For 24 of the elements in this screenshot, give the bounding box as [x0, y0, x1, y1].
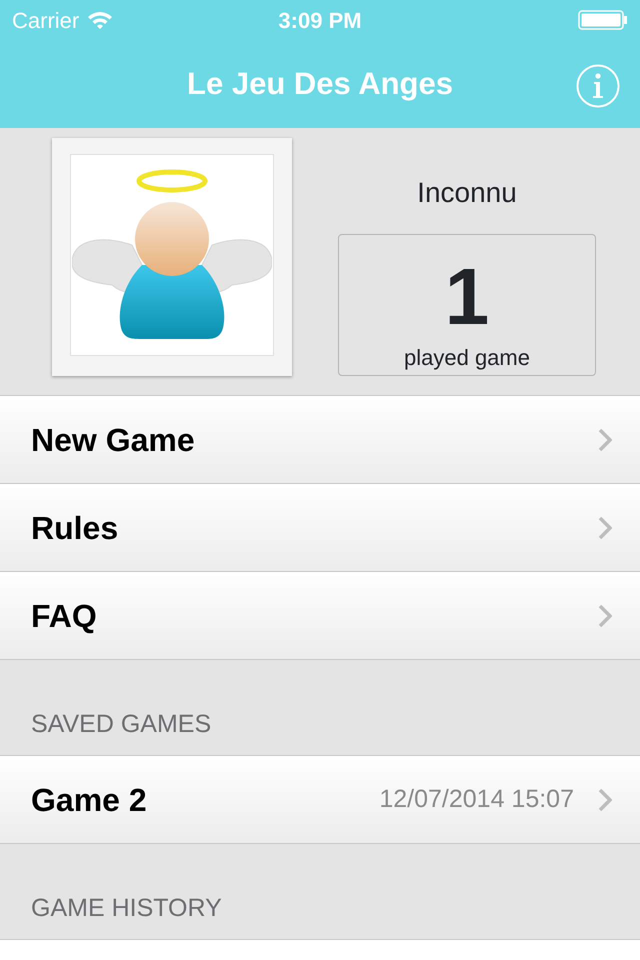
- games-count: 1: [444, 257, 490, 337]
- chevron-icon: [598, 788, 612, 812]
- wifi-icon: [87, 10, 114, 30]
- row-label: Rules: [31, 508, 118, 548]
- chevron-icon: [598, 604, 612, 628]
- row-label: New Game: [31, 420, 195, 460]
- row-label: FAQ: [31, 596, 97, 636]
- saved-game-date: 12/07/2014 15:07: [379, 784, 574, 815]
- saved-game-row[interactable]: Game 2 12/07/2014 15:07: [0, 756, 640, 844]
- section-header: GAME HISTORY: [31, 892, 222, 924]
- section-header: SAVED GAMES: [31, 708, 212, 740]
- menu-row[interactable]: New Game: [0, 396, 640, 484]
- player-name: Inconnu: [417, 176, 517, 210]
- row-label: Game 2: [31, 780, 147, 820]
- menu-row[interactable]: Rules: [0, 484, 640, 572]
- chevron-icon: [598, 428, 612, 452]
- battery-icon: [578, 10, 628, 30]
- chevron-icon: [598, 516, 612, 540]
- carrier-label: Carrier: [12, 6, 80, 34]
- games-count-label: played game: [404, 344, 530, 372]
- nav-title: Le Jeu Des Anges: [187, 64, 453, 103]
- info-icon[interactable]: [576, 64, 620, 108]
- menu-row[interactable]: FAQ: [0, 572, 640, 660]
- status-time: 3:09 PM: [278, 6, 362, 34]
